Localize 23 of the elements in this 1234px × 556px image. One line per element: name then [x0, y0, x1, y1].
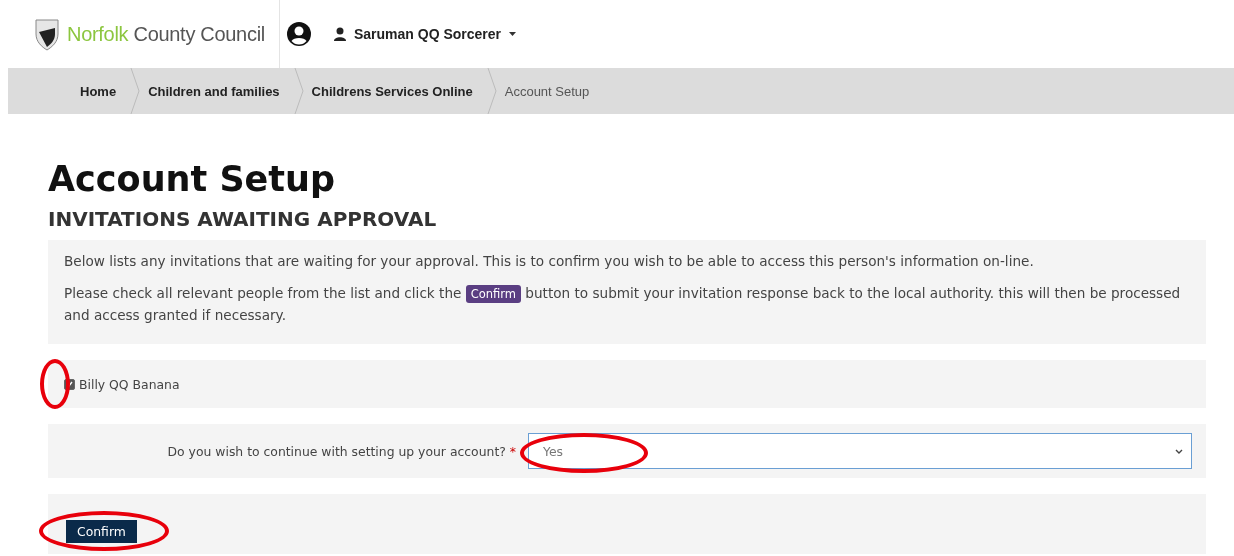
account-icon[interactable] [285, 21, 312, 47]
shield-logo-icon [33, 16, 61, 52]
chevron-down-icon [1175, 448, 1183, 454]
user-menu[interactable]: Saruman QQ Sorcerer [333, 26, 516, 42]
breadcrumb-link[interactable]: Childrens Services Online [303, 68, 487, 114]
breadcrumb-link[interactable]: Children and families [140, 68, 294, 114]
chevron-separator-icon [130, 68, 141, 114]
council-logo-text[interactable]: Norfolk County Council [67, 22, 265, 46]
user-icon [333, 27, 346, 41]
caret-icon [509, 32, 516, 36]
info-text: Below lists any invitations that are waiting for your approval. This is to confirm you wish to be able to access this person's information on-line. [64, 252, 1035, 271]
question-label: Do you wish to continue with setting up your account? * [166, 443, 517, 459]
section-title: INVITATIONS AWAITING APPROVAL [48, 206, 437, 232]
confirm-button[interactable]: Confirm [66, 519, 137, 543]
instruction-text: Please check all relevant people from the list and click the Confirm button to submit your invitation response back to the local authority. this will then be processed and access granted if necessary. [64, 284, 1182, 325]
chevron-separator-icon [486, 68, 497, 114]
chevron-separator-icon [293, 68, 304, 114]
answer-select[interactable]: Yes [528, 433, 1192, 469]
checkbox[interactable] [64, 378, 75, 390]
breadcrumb-link[interactable]: Home [72, 68, 131, 114]
current-page-text: Account Setup [503, 82, 591, 101]
person-name: Billy QQ Banana [79, 376, 180, 392]
page-title: Account Setup [48, 158, 336, 200]
